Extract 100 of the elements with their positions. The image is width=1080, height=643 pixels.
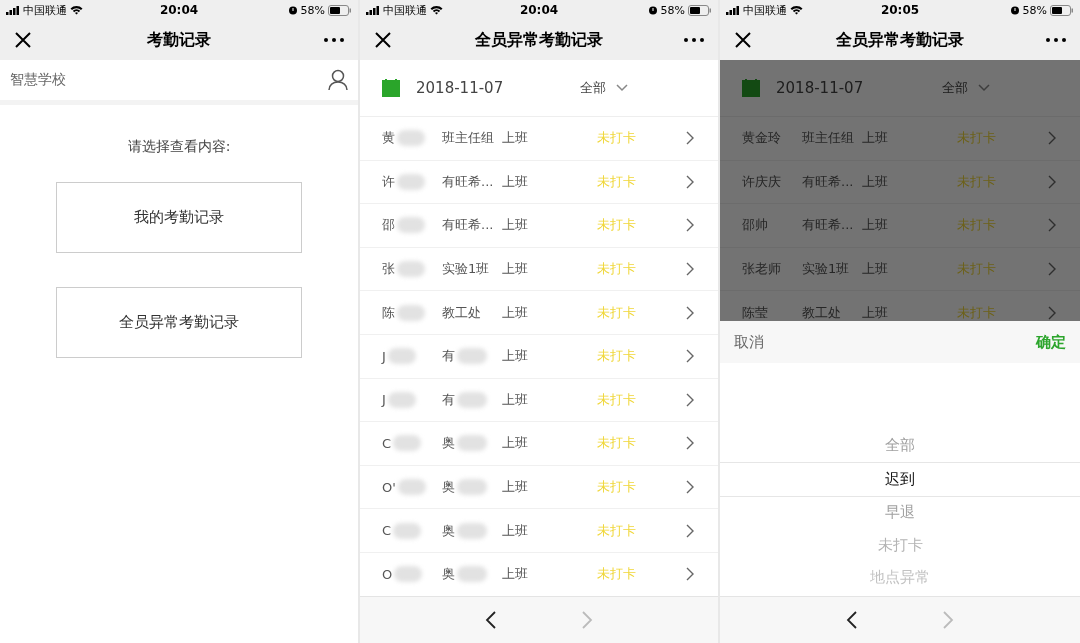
close-icon[interactable] — [14, 31, 32, 49]
shift-text: 上班 — [502, 129, 529, 148]
record-row[interactable]: O' 奥 上班 未打卡 — [360, 465, 718, 510]
record-row[interactable]: J 有 上班 未打卡 — [360, 334, 718, 379]
name-text: 黄 — [382, 129, 395, 148]
chevron-icon — [686, 174, 694, 189]
department-text: 有旺希... — [442, 172, 494, 191]
signal-icon — [726, 5, 740, 15]
back-icon[interactable] — [485, 610, 497, 630]
status-text: 未打卡 — [597, 390, 637, 409]
status-text: 未打卡 — [597, 303, 637, 322]
page-title: 考勤记录 — [147, 29, 211, 51]
chevron-icon — [1048, 305, 1056, 320]
status-text: 未打卡 — [957, 172, 997, 191]
signal-icon — [6, 5, 20, 15]
record-row[interactable]: 陈 教工处 上班 未打卡 — [360, 291, 718, 335]
chevron-icon — [1048, 174, 1056, 189]
shift-text: 上班 — [862, 172, 889, 191]
name-text: C — [382, 435, 392, 451]
calendar-icon[interactable] — [382, 79, 400, 97]
close-icon[interactable] — [374, 31, 392, 49]
filter-dropdown[interactable]: 全部 — [580, 79, 628, 97]
status-text: 未打卡 — [597, 347, 637, 366]
record-row[interactable]: 张 实验1班 上班 未打卡 — [360, 247, 718, 292]
status-text: 未打卡 — [597, 521, 637, 540]
date-text[interactable]: 2018-11-07 — [776, 79, 864, 97]
department-text: 奥 — [442, 478, 455, 497]
shift-text: 上班 — [502, 303, 529, 322]
name-text: 黄金玲 — [742, 129, 781, 148]
shift-text: 上班 — [502, 434, 529, 453]
status-text: 未打卡 — [597, 216, 637, 235]
user-icon[interactable] — [328, 69, 348, 91]
record-row[interactable]: C 奥 上班 未打卡 — [360, 422, 718, 466]
record-row[interactable]: 邵 有旺希... 上班 未打卡 — [360, 204, 718, 248]
date-text[interactable]: 2018-11-07 — [416, 79, 504, 97]
wifi-icon — [70, 5, 83, 15]
chevron-icon — [686, 523, 694, 538]
option-button[interactable]: 我的考勤记录 — [56, 182, 302, 253]
close-icon[interactable] — [734, 31, 752, 49]
more-icon[interactable] — [1046, 38, 1066, 42]
name-text: 张老师 — [742, 260, 781, 279]
name-text: 许庆庆 — [742, 172, 781, 191]
battery-icon — [328, 4, 352, 16]
record-row[interactable]: 许 有旺希... 上班 未打卡 — [360, 160, 718, 205]
name-text: C — [382, 523, 392, 539]
clock-time: 20:04 — [159, 3, 199, 17]
shift-text: 上班 — [862, 260, 889, 279]
name-text: 许 — [382, 172, 395, 191]
carrier-name: 中国联通 — [383, 2, 427, 18]
battery-icon — [1050, 4, 1074, 16]
department-text: 教工处 — [442, 303, 481, 322]
chevron-icon — [1048, 131, 1056, 146]
battery-percent: 58% — [660, 3, 685, 17]
name-text: 张 — [382, 260, 395, 279]
caret-icon — [978, 84, 990, 92]
chevron-icon — [686, 436, 694, 451]
department-text: 有 — [442, 347, 455, 366]
department-text: 班主任组 — [442, 129, 494, 148]
shift-text: 上班 — [862, 216, 889, 235]
clock-time: 20:05 — [880, 3, 920, 17]
shift-text: 上班 — [502, 565, 529, 584]
back-icon[interactable] — [846, 610, 858, 630]
status-text: 未打卡 — [597, 260, 637, 279]
record-row[interactable]: J 有 上班 未打卡 — [360, 378, 718, 423]
shift-text: 上班 — [502, 260, 529, 279]
more-icon[interactable] — [324, 38, 344, 42]
carrier-name: 中国联通 — [743, 2, 787, 18]
chevron-icon — [686, 349, 694, 364]
picker-option[interactable]: 迟到 — [720, 462, 1080, 497]
name-text: J — [382, 348, 386, 364]
battery-percent: 58% — [1022, 3, 1047, 17]
filter-dropdown[interactable]: 全部 — [942, 79, 990, 97]
battery-icon — [688, 4, 712, 16]
clock-time: 20:04 — [519, 3, 559, 17]
signal-icon — [366, 5, 380, 15]
record-row[interactable]: 黄 班主任组 上班 未打卡 — [360, 117, 718, 161]
department-text: 奥 — [442, 521, 455, 540]
chevron-icon — [686, 567, 694, 582]
more-icon[interactable] — [684, 38, 704, 42]
prompt-text: 请选择查看内容: — [127, 138, 231, 156]
page-title: 全员异常考勤记录 — [836, 29, 964, 51]
wifi-icon — [790, 5, 803, 15]
alarm-icon — [1009, 5, 1020, 15]
record-row[interactable]: C 奥 上班 未打卡 — [360, 509, 718, 553]
carrier-name: 中国联通 — [23, 2, 67, 18]
status-text: 未打卡 — [597, 172, 637, 191]
department-text: 有 — [442, 390, 455, 409]
name-text: O — [382, 566, 393, 582]
shift-text: 上班 — [502, 347, 529, 366]
status-text: 未打卡 — [597, 434, 637, 453]
shift-text: 上班 — [502, 390, 529, 409]
option-button[interactable]: 全员异常考勤记录 — [56, 287, 302, 358]
alarm-icon — [647, 5, 658, 15]
department-text: 实验1班 — [802, 260, 850, 279]
cancel-button[interactable]: 取消 — [734, 332, 764, 352]
shift-text: 上班 — [502, 172, 529, 191]
name-text: 邵帅 — [742, 216, 768, 235]
school-name: 智慧学校 — [10, 71, 66, 89]
chevron-icon — [686, 392, 694, 407]
wifi-icon — [430, 5, 443, 15]
